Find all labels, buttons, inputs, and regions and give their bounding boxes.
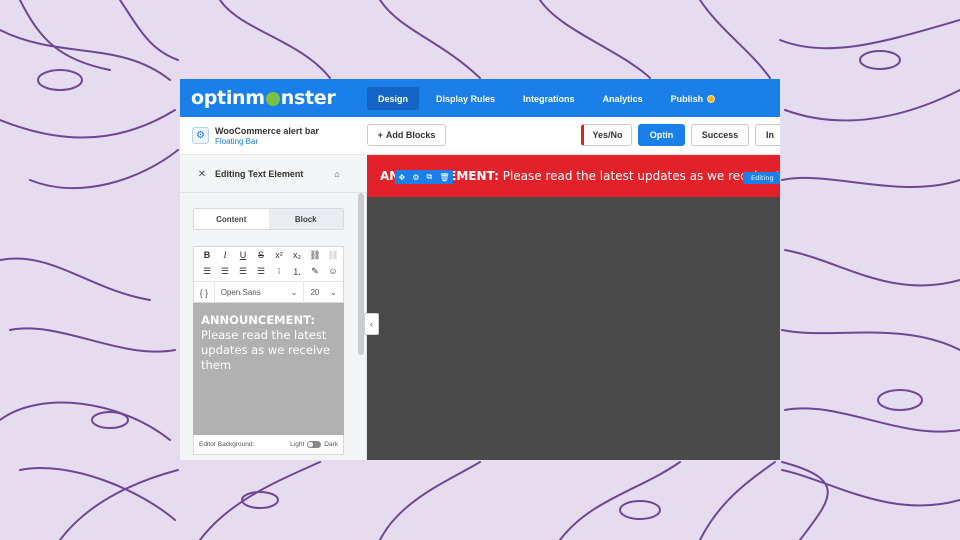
merge-tags-icon[interactable]: { }: [194, 288, 214, 298]
tab-display-rules[interactable]: Display Rules: [425, 87, 506, 110]
dark-label: Dark: [324, 441, 338, 448]
font-size-select[interactable]: 20 ⌄: [304, 282, 343, 304]
toolbar-row-1: B I U S x² x₂ ⛓ ⛓: [194, 247, 343, 263]
align-justify-icon[interactable]: ☰: [252, 264, 270, 278]
align-left-icon[interactable]: ☰: [198, 264, 216, 278]
content-block-toggle: Content Block: [193, 208, 344, 230]
chevron-down-icon: ⌄: [330, 288, 337, 297]
alert-body-text: Please read the latest updates as we rec…: [502, 169, 780, 183]
strikethrough-icon[interactable]: S: [252, 248, 270, 262]
duplicate-icon[interactable]: ⧉: [427, 172, 433, 182]
bold-icon[interactable]: B: [198, 248, 216, 262]
tab-design[interactable]: Design: [367, 87, 420, 110]
settings-gear-icon[interactable]: ⚙: [192, 127, 209, 144]
panel-title: Editing Text Element: [215, 169, 304, 179]
view-optin-button[interactable]: Optin: [638, 124, 685, 146]
view-switcher: Yes/No Optin Success In: [581, 124, 780, 146]
tab-integrations[interactable]: Integrations: [512, 87, 586, 110]
logo-text-right: nster: [280, 87, 336, 109]
view-yes-no-button[interactable]: Yes/No: [581, 124, 632, 146]
trash-icon[interactable]: 🗑: [439, 173, 449, 182]
design-canvas: ANNOUNCEMENT: Please read the latest upd…: [367, 155, 780, 460]
publish-status-dot-icon: [707, 94, 716, 103]
text-editor-area[interactable]: ANNOUNCEMENT: Please read the latest upd…: [193, 303, 344, 435]
emoji-icon[interactable]: ☺: [324, 264, 342, 278]
font-family-select[interactable]: Open Sans ⌄: [213, 281, 305, 304]
editor-background-control: Editor Background: Light Dark: [193, 435, 344, 455]
unlink-icon[interactable]: ⛓: [324, 248, 342, 262]
campaign-type: Floating Bar: [215, 137, 259, 146]
font-size-value: 20: [310, 288, 320, 297]
toolbar-row-2: ☰ ☰ ☰ ☰ ⁝ ⒈ ✎ ☺: [194, 263, 343, 279]
tab-analytics[interactable]: Analytics: [592, 87, 654, 110]
chevron-down-icon: ⌄: [290, 288, 298, 297]
nav-tabs: Design Display Rules Integrations Analyt…: [367, 87, 726, 110]
settings-icon[interactable]: ⚙: [412, 173, 419, 182]
superscript-icon[interactable]: x²: [270, 248, 288, 262]
add-blocks-label: Add Blocks: [385, 130, 436, 140]
optinmonster-logo[interactable]: optinm nster: [191, 86, 336, 110]
home-icon[interactable]: ⌂: [330, 167, 344, 181]
italic-icon[interactable]: I: [216, 248, 234, 262]
tab-publish-label: Publish: [670, 93, 704, 104]
editing-badge: Editing: [743, 172, 780, 184]
tab-content[interactable]: Content: [194, 209, 269, 229]
campaign-name: WooCommerce alert bar: [215, 126, 319, 136]
campaign-header: ⚙ WooCommerce alert bar Floating Bar + A…: [180, 117, 780, 155]
numbered-list-icon[interactable]: ⒈: [288, 264, 306, 278]
align-center-icon[interactable]: ☰: [216, 264, 234, 278]
background-toggle[interactable]: [307, 441, 322, 448]
floating-alert-bar[interactable]: ANNOUNCEMENT: Please read the latest upd…: [367, 155, 780, 197]
add-blocks-button[interactable]: + Add Blocks: [367, 124, 446, 146]
toolbar-row-3: { } Open Sans ⌄ 20 ⌄: [194, 281, 343, 304]
text-format-toolbar: B I U S x² x₂ ⛓ ⛓ ☰ ☰ ☰ ☰ ⁝ ⒈ ✎ ☺ { } Op…: [193, 246, 344, 304]
text-color-picker-icon[interactable]: ✎: [306, 264, 324, 278]
tab-publish[interactable]: Publish: [660, 87, 727, 110]
close-icon[interactable]: ✕: [195, 167, 209, 181]
editor-body-text: Please read the latest updates as we rec…: [201, 328, 331, 372]
view-success-button[interactable]: Success: [691, 124, 749, 146]
tab-block[interactable]: Block: [268, 209, 343, 229]
panel-header: ✕ Editing Text Element ⌂: [180, 155, 367, 193]
logo-text-left: optinm: [191, 87, 265, 109]
editor-bold-text: ANNOUNCEMENT:: [201, 313, 315, 327]
editor-background-label: Editor Background:: [199, 441, 255, 448]
light-label: Light: [290, 441, 305, 448]
align-right-icon[interactable]: ☰: [234, 264, 252, 278]
move-icon[interactable]: ✥: [399, 173, 406, 182]
view-inline-button[interactable]: In: [755, 124, 780, 146]
collapse-panel-chevron-icon[interactable]: ‹: [364, 313, 379, 335]
link-icon[interactable]: ⛓: [306, 248, 324, 262]
top-navigation: optinm nster Design Display Rules Integra…: [180, 79, 780, 117]
subscript-icon[interactable]: x₂: [288, 248, 306, 262]
optinmonster-editor-window: optinm nster Design Display Rules Integra…: [180, 79, 780, 460]
block-action-toolbar: ✥ ⚙ ⧉ 🗑: [395, 170, 453, 184]
element-editor-panel: ✕ Editing Text Element ⌂ Content Block B…: [180, 155, 367, 460]
underline-icon[interactable]: U: [234, 248, 252, 262]
bullet-list-icon[interactable]: ⁝: [270, 264, 288, 278]
plus-icon: +: [377, 130, 383, 140]
monster-mascot-icon: [265, 92, 280, 106]
light-dark-toggle-group: Light Dark: [290, 441, 338, 448]
font-family-value: Open Sans: [220, 288, 261, 297]
